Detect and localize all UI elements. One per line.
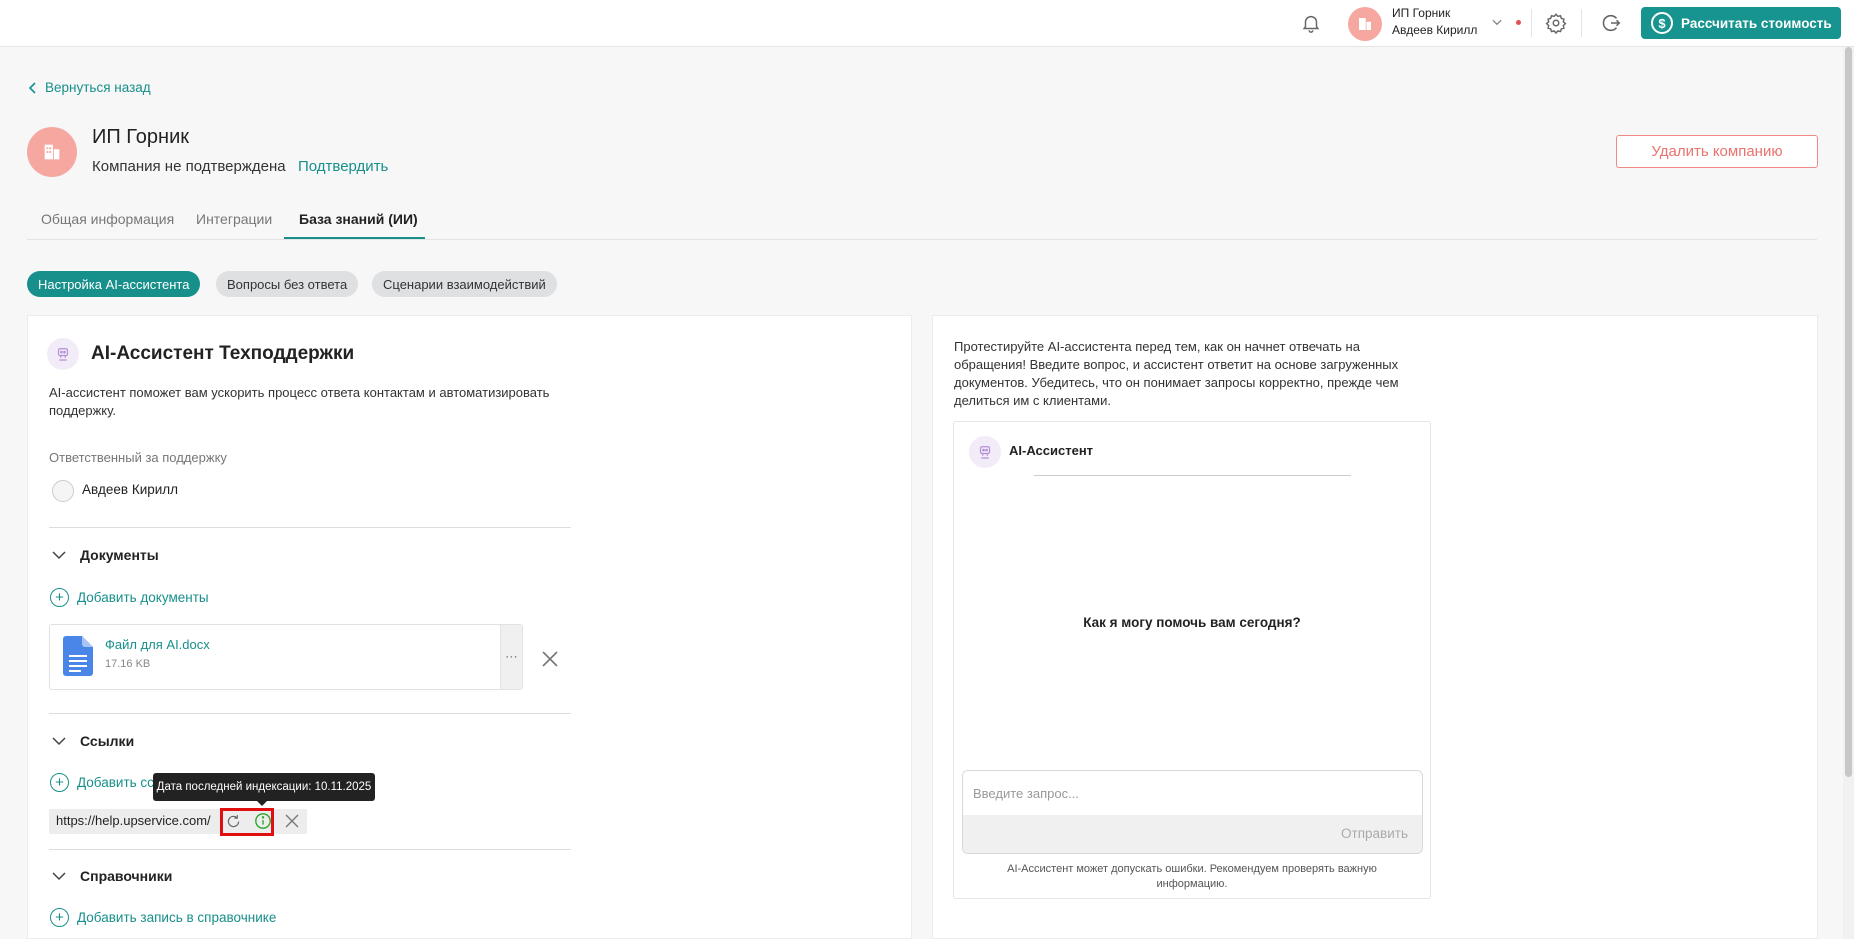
add-documents-button[interactable]: + Добавить документы [50,588,209,607]
file-name-link[interactable]: Файл для AI.docx [105,637,210,652]
gear-icon[interactable] [1545,12,1567,34]
chat-welcome-text: Как я могу помочь вам сегодня? [1083,615,1301,630]
add-reference-label: Добавить запись в справочнике [77,910,277,925]
responsible-label: Ответственный за поддержку [49,450,227,465]
robot-icon [47,338,79,370]
links-title: Ссылки [80,733,135,749]
send-button[interactable]: Отправить [1341,826,1408,841]
chat-disclaimer: AI-Ассистент может допускать ошибки. Рек… [1007,863,1377,890]
scrollbar-thumb[interactable] [1845,47,1852,777]
robot-icon [969,436,1001,468]
back-link[interactable]: Вернуться назад [28,80,151,95]
company-name: ИП Горник [92,126,190,148]
assistant-description: AI-ассистент поможет вам ускорить процес… [49,385,550,418]
calculate-cost-label: Рассчитать стоимость [1681,15,1832,31]
plus-icon: + [50,773,69,792]
tab-bar: Общая информация Интеграции База знаний … [27,208,1817,240]
references-title: Справочники [80,868,173,884]
back-label: Вернуться назад [45,80,151,95]
tooltip-arrow [256,800,268,806]
calculate-cost-button[interactable]: $ Рассчитать стоимость [1641,7,1841,39]
divider [49,527,571,528]
plus-icon: + [50,588,69,607]
user-info[interactable]: ИП Горник Авдеев Кирилл [1392,5,1477,39]
avatar [52,480,74,502]
documents-section-toggle[interactable]: Документы [52,547,159,563]
chat-input-area: Отправить [962,770,1423,854]
confirm-company-link[interactable]: Подтвердить [298,158,388,175]
chat-send-row: Отправить [963,815,1422,853]
highlight-box [220,808,274,836]
link-url[interactable]: https://help.upservice.com/ [56,813,211,828]
close-icon[interactable] [541,650,559,668]
company-status: Компания не подтверждена [92,158,286,175]
tab-integrations[interactable]: Интеграции [196,211,272,227]
building-icon [1359,18,1371,30]
user-avatar[interactable] [1348,7,1382,41]
chip-unanswered-questions[interactable]: Вопросы без ответа [216,271,359,297]
add-reference-button[interactable]: + Добавить запись в справочнике [50,908,276,927]
notification-dot [1516,20,1521,25]
chat-input[interactable] [963,771,1422,815]
document-icon [63,636,93,676]
divider [1531,9,1532,37]
divider [49,713,571,714]
page-scrollbar[interactable] [1843,47,1854,939]
tab-general-info[interactable]: Общая информация [41,211,174,227]
dollar-icon: $ [1651,12,1673,34]
delete-company-button[interactable]: Удалить компанию [1616,135,1818,168]
chat-title: AI-Ассистент [1009,443,1094,458]
chevron-down-icon [52,550,66,559]
indexing-date-tooltip: Дата последней индексации: 10.11.2025 [153,773,375,801]
bell-icon[interactable] [1300,12,1322,34]
add-documents-label: Добавить документы [77,590,209,605]
building-icon [44,144,60,160]
divider [1581,9,1582,37]
chevron-down-icon [52,871,66,880]
documents-title: Документы [80,547,159,563]
divider [49,849,571,850]
chevron-down-icon[interactable] [1490,15,1504,29]
assistant-title: AI-Ассистент Техподдержки [91,343,355,364]
test-description: Протестируйте AI-ассистента перед тем, к… [954,339,1399,408]
chevron-left-icon [28,81,36,94]
active-tab-indicator [284,237,425,239]
responsible-name: Авдеев Кирилл [82,482,179,497]
logout-icon[interactable] [1600,12,1622,34]
company-avatar [27,127,77,177]
tab-knowledge-base[interactable]: База знаний (ИИ) [299,211,418,227]
chip-interaction-scenarios[interactable]: Сценарии взаимодействий [372,271,557,297]
chip-ai-settings[interactable]: Настройка AI-ассистента [27,271,201,297]
user-name: Авдеев Кирилл [1392,23,1478,37]
top-bar: ИП Горник Авдеев Кирилл $ Рассчитать сто… [0,0,1854,47]
user-company: ИП Горник [1392,6,1451,20]
divider [1034,475,1351,476]
references-section-toggle[interactable]: Справочники [52,868,172,884]
chevron-down-icon [52,736,66,745]
file-menu-button[interactable]: ⋯ [500,625,522,689]
close-icon[interactable] [284,813,300,829]
links-section-toggle[interactable]: Ссылки [52,733,134,749]
file-size: 17.16 KB [105,658,151,670]
file-card: Файл для AI.docx 17.16 KB ⋯ [49,624,523,690]
plus-icon: + [50,908,69,927]
